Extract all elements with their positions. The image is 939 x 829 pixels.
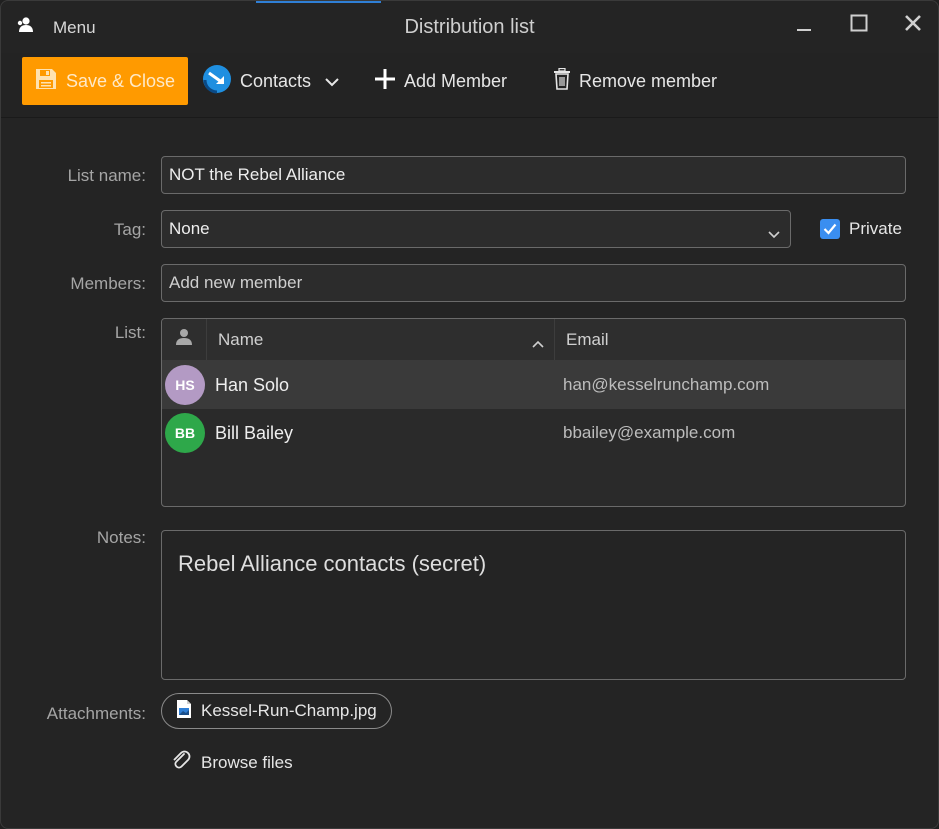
browse-files-label: Browse files <box>201 752 293 772</box>
tag-value: None <box>169 219 210 238</box>
name-column-label: Name <box>218 329 264 349</box>
browse-files-button[interactable]: Browse files <box>171 749 293 776</box>
member-email: bbailey@example.com <box>563 423 736 442</box>
chevron-down-icon <box>768 224 780 244</box>
contacts-arrow-icon <box>202 64 232 99</box>
attachment-filename: Kessel-Run-Champ.jpg <box>201 701 377 720</box>
attachments-label: Attachments: <box>46 704 146 723</box>
private-label: Private <box>849 219 902 238</box>
members-table: Name Email HS Han Solo han@kesselruncham… <box>161 318 906 507</box>
members-label: Members: <box>70 274 146 293</box>
toolbar: Save & Close Contacts Add Member Remove … <box>1 53 938 118</box>
maximize-button[interactable] <box>844 11 874 39</box>
save-and-close-button[interactable]: Save & Close <box>22 57 188 105</box>
image-file-icon <box>176 699 192 724</box>
tag-label: Tag: <box>113 220 146 239</box>
notes-textarea[interactable]: Rebel Alliance contacts (secret) <box>161 530 906 680</box>
sort-ascending-icon <box>532 333 544 353</box>
avatar: BB <box>165 413 205 453</box>
trash-icon <box>553 67 571 95</box>
maximize-icon <box>850 14 868 37</box>
title-bar: Menu Distribution list <box>1 1 938 53</box>
distribution-list-window: Menu Distribution list Save & Close Cont… <box>0 0 939 829</box>
plus-icon <box>374 68 396 95</box>
add-member-button[interactable]: Add Member <box>374 57 507 105</box>
add-member-label: Add Member <box>404 70 508 91</box>
table-header: Name Email <box>162 319 905 361</box>
contacts-dropdown-button[interactable]: Contacts <box>202 57 339 105</box>
paperclip-icon <box>171 749 191 776</box>
close-button[interactable] <box>898 11 928 39</box>
email-column-label: Email <box>566 329 609 349</box>
list-name-input[interactable]: NOT the Rebel Alliance <box>161 156 906 194</box>
minimize-button[interactable] <box>789 11 819 39</box>
remove-member-label: Remove member <box>579 70 718 91</box>
save-icon <box>34 67 58 96</box>
table-row[interactable]: HS Han Solo han@kesselrunchamp.com <box>162 361 905 409</box>
attachment-chip[interactable]: Kessel-Run-Champ.jpg <box>161 693 392 729</box>
name-column-header[interactable]: Name <box>207 319 555 360</box>
minimize-icon <box>796 15 812 36</box>
member-name: Han Solo <box>215 374 290 395</box>
save-and-close-label: Save & Close <box>66 70 176 91</box>
person-column-header[interactable] <box>162 319 207 360</box>
list-name-label: List name: <box>67 166 146 185</box>
private-checkbox[interactable]: Private <box>820 219 902 239</box>
email-column-header[interactable]: Email <box>556 319 905 360</box>
chevron-down-icon <box>325 71 339 92</box>
checkbox-checked-icon <box>820 219 840 239</box>
tag-select[interactable]: None <box>161 210 791 248</box>
list-label: List: <box>114 323 146 342</box>
close-icon <box>904 14 922 37</box>
table-row[interactable]: BB Bill Bailey bbailey@example.com <box>162 409 905 457</box>
avatar: HS <box>165 365 205 405</box>
member-name: Bill Bailey <box>215 422 294 443</box>
notes-label: Notes: <box>96 528 146 547</box>
contacts-label: Contacts <box>240 70 312 91</box>
remove-member-button[interactable]: Remove member <box>553 57 717 105</box>
member-email: han@kesselrunchamp.com <box>563 375 770 394</box>
add-member-input[interactable]: Add new member <box>161 264 906 302</box>
person-icon <box>175 328 193 351</box>
